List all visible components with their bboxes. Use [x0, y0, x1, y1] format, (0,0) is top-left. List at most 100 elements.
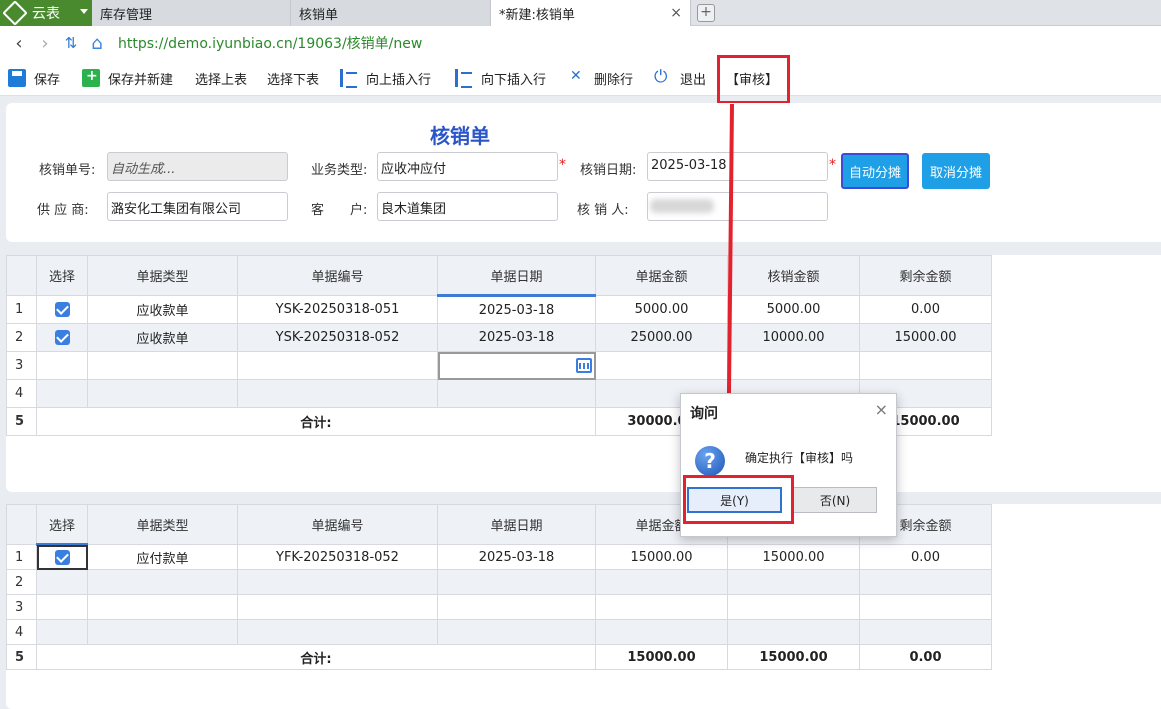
table-row[interactable]: 1 应付款单 YFK-20250318-052 2025-03-18 15000… — [6, 544, 992, 570]
save-button[interactable]: 保存 — [8, 60, 60, 96]
customer-field[interactable]: 良木道集团 — [377, 192, 558, 221]
verify-date-field[interactable]: 2025-03-18 — [647, 152, 828, 181]
col-remaining[interactable]: 剩余金额 — [859, 255, 992, 296]
cell[interactable] — [437, 619, 596, 645]
insert-below-button[interactable]: 向下插入行 — [455, 60, 546, 96]
cell[interactable]: 5000.00 — [727, 295, 860, 324]
select-cell[interactable] — [36, 295, 88, 324]
select-cell[interactable] — [36, 544, 88, 570]
cell[interactable]: 2025-03-18 — [437, 295, 596, 324]
date-cell-editing[interactable] — [437, 351, 596, 380]
cell[interactable] — [595, 351, 728, 380]
forward-icon[interactable]: › — [32, 30, 58, 56]
cell[interactable] — [237, 619, 438, 645]
cell[interactable] — [437, 379, 596, 408]
cell[interactable]: 15000.00 — [727, 544, 860, 570]
col-amount[interactable]: 单据金额 — [595, 255, 728, 296]
cell[interactable] — [595, 619, 728, 645]
col-doc-no[interactable]: 单据编号 — [237, 504, 438, 545]
checkbox-checked-icon[interactable] — [54, 302, 70, 317]
cell[interactable] — [36, 594, 88, 620]
cell[interactable] — [36, 569, 88, 595]
col-select[interactable]: 选择 — [36, 504, 88, 546]
cell[interactable] — [87, 569, 238, 595]
no-button[interactable]: 否(N) — [793, 487, 877, 513]
cell[interactable] — [437, 569, 596, 595]
insert-above-button[interactable]: 向上插入行 — [340, 60, 431, 96]
cell[interactable]: 15000.00 — [595, 544, 728, 570]
tab-verification-list[interactable]: 核销单 — [291, 0, 491, 26]
table-row[interactable]: 2 — [6, 569, 992, 595]
cell[interactable]: YFK-20250318-052 — [237, 544, 438, 570]
col-doc-no[interactable]: 单据编号 — [237, 255, 438, 296]
select-cell[interactable] — [36, 323, 88, 352]
back-icon[interactable]: ‹ — [6, 30, 32, 56]
cancel-allocate-button[interactable]: 取消分摊 — [922, 153, 990, 189]
cell[interactable] — [859, 619, 992, 645]
calendar-icon[interactable] — [576, 358, 592, 373]
new-tab-button[interactable]: + — [697, 4, 715, 22]
cell[interactable] — [87, 379, 238, 408]
col-doc-type[interactable]: 单据类型 — [87, 255, 238, 296]
cell[interactable]: 2025-03-18 — [437, 323, 596, 352]
auto-allocate-button[interactable]: 自动分摊 — [841, 153, 909, 189]
cell[interactable] — [237, 351, 438, 380]
home-icon[interactable]: ⌂ — [84, 30, 110, 56]
cell[interactable]: 25000.00 — [595, 323, 728, 352]
cell[interactable] — [87, 351, 238, 380]
cell[interactable]: 应收款单 — [87, 295, 238, 324]
cell[interactable] — [36, 351, 88, 380]
table-row[interactable]: 3 — [6, 594, 992, 620]
cell[interactable] — [595, 594, 728, 620]
app-menu[interactable]: 云表 — [0, 0, 92, 26]
tab-new-verification[interactable]: *新建:核销单 × — [491, 0, 691, 26]
supplier-field[interactable]: 潞安化工集团有限公司 — [107, 192, 288, 221]
cell[interactable] — [437, 594, 596, 620]
table-row[interactable]: 3 — [6, 351, 992, 380]
cell[interactable] — [727, 351, 860, 380]
table-row[interactable]: 1 应收款单 YSK-20250318-051 2025-03-18 5000.… — [6, 295, 992, 324]
reload-icon[interactable]: ⇅ — [58, 30, 84, 56]
col-doc-date[interactable]: 单据日期 — [437, 255, 596, 297]
cell[interactable] — [237, 569, 438, 595]
cell[interactable] — [859, 594, 992, 620]
table-row[interactable]: 4 — [6, 619, 992, 645]
col-select[interactable]: 选择 — [36, 255, 88, 296]
cell[interactable]: 0.00 — [859, 295, 992, 324]
order-no-field[interactable]: 自动生成... — [107, 152, 288, 181]
col-verified[interactable]: 核销金额 — [727, 255, 860, 296]
url-text[interactable]: https://demo.iyunbiao.cn/19063/核销单/new — [118, 33, 422, 53]
cell[interactable]: 应收款单 — [87, 323, 238, 352]
cell[interactable] — [87, 594, 238, 620]
close-icon[interactable]: × — [875, 400, 888, 419]
tab-inventory[interactable]: 库存管理 — [92, 0, 291, 26]
delete-row-button[interactable]: 删除行 — [568, 60, 633, 96]
cell[interactable] — [727, 619, 860, 645]
cell[interactable] — [36, 379, 88, 408]
cell[interactable] — [727, 594, 860, 620]
save-new-button[interactable]: 保存并新建 — [82, 60, 173, 96]
chevron-down-icon[interactable] — [80, 9, 88, 14]
table-row[interactable]: 2 应收款单 YSK-20250318-052 2025-03-18 25000… — [6, 323, 992, 352]
checkbox-checked-icon[interactable] — [54, 550, 70, 565]
cell[interactable]: 2025-03-18 — [437, 544, 596, 570]
select-upper-button[interactable]: 选择上表 — [195, 60, 247, 96]
checkbox-checked-icon[interactable] — [54, 330, 70, 345]
exit-button[interactable]: 退出 — [654, 60, 706, 96]
cell[interactable]: YSK-20250318-052 — [237, 323, 438, 352]
cell[interactable]: 5000.00 — [595, 295, 728, 324]
col-doc-date[interactable]: 单据日期 — [437, 504, 596, 545]
cell[interactable] — [859, 351, 992, 380]
col-doc-type[interactable]: 单据类型 — [87, 504, 238, 545]
cell[interactable] — [87, 619, 238, 645]
business-type-field[interactable]: 应收冲应付 — [377, 152, 558, 181]
cell[interactable] — [595, 569, 728, 595]
cell[interactable]: YSK-20250318-051 — [237, 295, 438, 324]
cell[interactable]: 15000.00 — [859, 323, 992, 352]
cell[interactable]: 10000.00 — [727, 323, 860, 352]
cell[interactable] — [727, 569, 860, 595]
cell[interactable] — [36, 619, 88, 645]
cell[interactable]: 应付款单 — [87, 544, 238, 570]
cell[interactable] — [859, 569, 992, 595]
cell[interactable]: 0.00 — [859, 544, 992, 570]
